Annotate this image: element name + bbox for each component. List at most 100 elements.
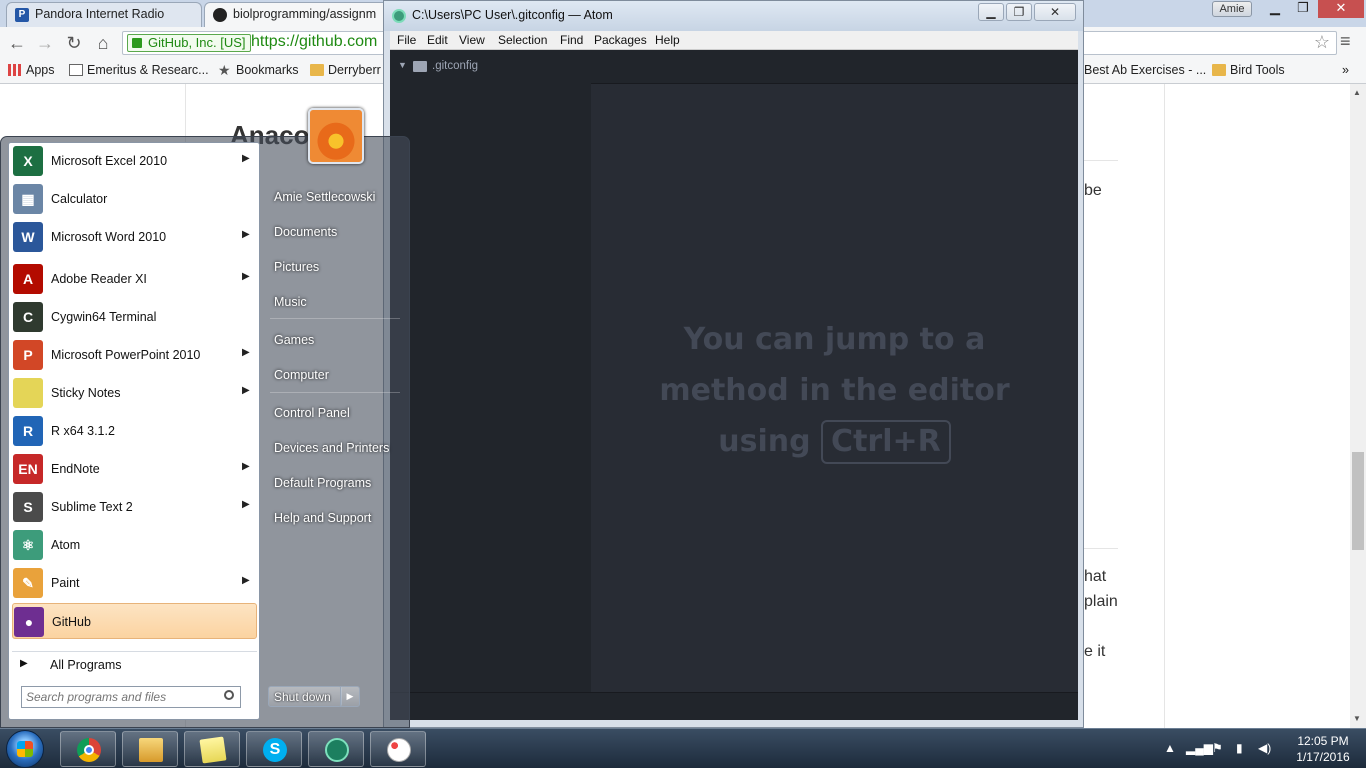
scroll-thumb[interactable] <box>1352 452 1364 550</box>
apps-icon <box>8 64 22 76</box>
program-powerpoint[interactable]: P Microsoft PowerPoint 2010 ▶ <box>12 337 257 373</box>
taskbar-chrome[interactable] <box>60 731 116 767</box>
close-button[interactable]: ✕ <box>1318 0 1364 18</box>
program-sublime[interactable]: S Sublime Text 2 ▶ <box>12 489 257 525</box>
submenu-arrow-icon[interactable]: ▶ <box>242 347 250 358</box>
bookmark-derryberry[interactable]: Derryberr <box>310 63 381 77</box>
submenu-arrow-icon[interactable]: ▶ <box>242 499 250 510</box>
battery-icon[interactable]: ▮ <box>1236 741 1243 755</box>
start-button[interactable] <box>6 730 44 768</box>
scroll-up-icon[interactable]: ▲ <box>1353 88 1361 97</box>
chrome-menu-icon[interactable]: ≡ <box>1340 31 1351 52</box>
back-icon[interactable]: ← <box>6 32 28 54</box>
submenu-arrow-icon[interactable]: ▶ <box>242 229 250 240</box>
submenu-arrow-icon[interactable]: ▶ <box>242 385 250 396</box>
system-tray: ▲ ▂▄▆ ⚑ ▮ ◀) <box>1160 739 1280 759</box>
place-default-programs[interactable]: Default Programs <box>270 470 402 496</box>
program-sticky-notes[interactable]: Sticky Notes ▶ <box>12 375 257 411</box>
bookmark-emeritus[interactable]: Emeritus & Researc... <box>69 63 209 77</box>
editor-pane[interactable]: You can jump to a method in the editor u… <box>591 84 1078 692</box>
program-label: R x64 3.1.2 <box>51 424 115 438</box>
menu-selection[interactable]: Selection <box>498 33 547 47</box>
program-calculator[interactable]: ▦ Calculator <box>12 181 257 217</box>
submenu-arrow-icon[interactable]: ▶ <box>242 575 250 586</box>
ev-certificate-badge[interactable]: GitHub, Inc. [US] <box>127 34 251 52</box>
program-label: Microsoft Excel 2010 <box>51 154 168 168</box>
tree-root-folder[interactable]: ▼ .gitconfig <box>398 60 478 72</box>
page-divider <box>1084 160 1118 161</box>
page-text: be <box>1084 182 1102 199</box>
submenu-arrow-icon[interactable]: ▶ <box>242 153 250 164</box>
atom-titlebar[interactable]: C:\Users\PC User\.gitconfig — Atom ▁ ❐ ✕ <box>384 1 1083 31</box>
program-word[interactable]: W Microsoft Word 2010 ▶ <box>12 219 257 255</box>
taskbar-explorer[interactable] <box>122 731 178 767</box>
bookmarks-overflow-icon[interactable]: » <box>1328 63 1349 77</box>
program-excel[interactable]: X Microsoft Excel 2010 ▶ <box>12 143 257 179</box>
place-music[interactable]: Music <box>270 289 402 315</box>
place-computer[interactable]: Computer <box>270 362 402 388</box>
submenu-arrow-icon[interactable]: ▶ <box>242 271 250 282</box>
place-documents[interactable]: Documents <box>270 219 402 245</box>
maximize-button[interactable]: ❐ <box>1290 0 1316 18</box>
place-games[interactable]: Games <box>270 327 402 353</box>
taskbar-skype[interactable]: S <box>246 731 302 767</box>
program-adobe-reader[interactable]: A Adobe Reader XI ▶ <box>12 261 257 297</box>
menu-find[interactable]: Find <box>560 33 583 47</box>
bookmark-bird-tools[interactable]: Bird Tools <box>1212 63 1285 77</box>
minimize-button[interactable]: ▁ <box>1262 0 1288 18</box>
page-divider <box>1084 548 1118 549</box>
program-paint[interactable]: ✎ Paint ▶ <box>12 565 257 601</box>
page-scrollbar[interactable]: ▲ ▼ <box>1350 84 1366 728</box>
taskbar-paint[interactable] <box>370 731 426 767</box>
program-github[interactable]: ● GitHub <box>12 603 257 639</box>
menu-packages[interactable]: Packages <box>594 33 647 47</box>
forward-icon[interactable]: → <box>34 32 56 54</box>
maximize-button[interactable]: ❐ <box>1006 3 1032 21</box>
search-field[interactable] <box>21 686 241 708</box>
shutdown-options-icon[interactable]: ▶ <box>340 686 360 707</box>
search-input[interactable] <box>26 689 216 705</box>
action-center-icon[interactable]: ⚑ <box>1212 741 1223 755</box>
all-programs-button[interactable]: ▶ All Programs <box>12 651 257 675</box>
bookmark-ab-exercises[interactable]: Best Ab Exercises - ... <box>1066 63 1206 77</box>
menu-view[interactable]: View <box>459 33 485 47</box>
clock[interactable]: 12:05 PM 1/17/2016 <box>1288 733 1358 765</box>
taskbar-atom[interactable] <box>308 731 364 767</box>
scroll-down-icon[interactable]: ▼ <box>1353 714 1361 723</box>
chevron-right-icon: ▶ <box>20 658 28 669</box>
menu-edit[interactable]: Edit <box>427 33 448 47</box>
place-pictures[interactable]: Pictures <box>270 254 402 280</box>
submenu-arrow-icon[interactable]: ▶ <box>242 461 250 472</box>
reload-icon[interactable]: ↻ <box>63 32 85 54</box>
program-endnote[interactable]: EN EndNote ▶ <box>12 451 257 487</box>
network-icon[interactable]: ▂▄▆ <box>1186 741 1213 755</box>
url-text[interactable]: https://github.com <box>251 33 377 51</box>
taskbar-sticky-notes[interactable] <box>184 731 240 767</box>
user-picture[interactable] <box>308 108 364 164</box>
search-icon[interactable] <box>224 690 234 700</box>
shutdown-button[interactable]: Shut down <box>268 686 342 707</box>
home-icon[interactable]: ⌂ <box>92 32 114 54</box>
place-help-and-support[interactable]: Help and Support <box>270 505 402 531</box>
page-icon <box>69 64 83 76</box>
volume-icon[interactable]: ◀) <box>1258 741 1271 755</box>
place-control-panel[interactable]: Control Panel <box>270 400 402 426</box>
profile-button[interactable]: Amie <box>1212 1 1252 17</box>
program-cygwin[interactable]: C Cygwin64 Terminal <box>12 299 257 335</box>
close-button[interactable]: ✕ <box>1034 3 1076 21</box>
bookmark-star-icon[interactable]: ☆ <box>1314 32 1330 53</box>
place-amie-settlecowski[interactable]: Amie Settlecowski <box>270 184 402 210</box>
bookmark-bookmarks[interactable]: ★ Bookmarks <box>218 63 299 77</box>
program-r[interactable]: R R x64 3.1.2 <box>12 413 257 449</box>
bookmark-apps[interactable]: Apps <box>8 63 55 77</box>
paint-icon: ✎ <box>13 568 43 598</box>
menu-help[interactable]: Help <box>655 33 680 47</box>
tree-view: ▼ .gitconfig <box>390 50 591 720</box>
place-devices-and-printers[interactable]: Devices and Printers <box>270 435 402 461</box>
show-hidden-icons-icon[interactable]: ▲ <box>1164 741 1176 755</box>
tab-pandora[interactable]: P Pandora Internet Radio <box>6 2 202 27</box>
menu-file[interactable]: File <box>397 33 416 47</box>
program-atom[interactable]: ⚛ Atom <box>12 527 257 563</box>
minimize-button[interactable]: ▁ <box>978 3 1004 21</box>
tab-github[interactable]: biolprogramming/assignm <box>204 2 404 27</box>
